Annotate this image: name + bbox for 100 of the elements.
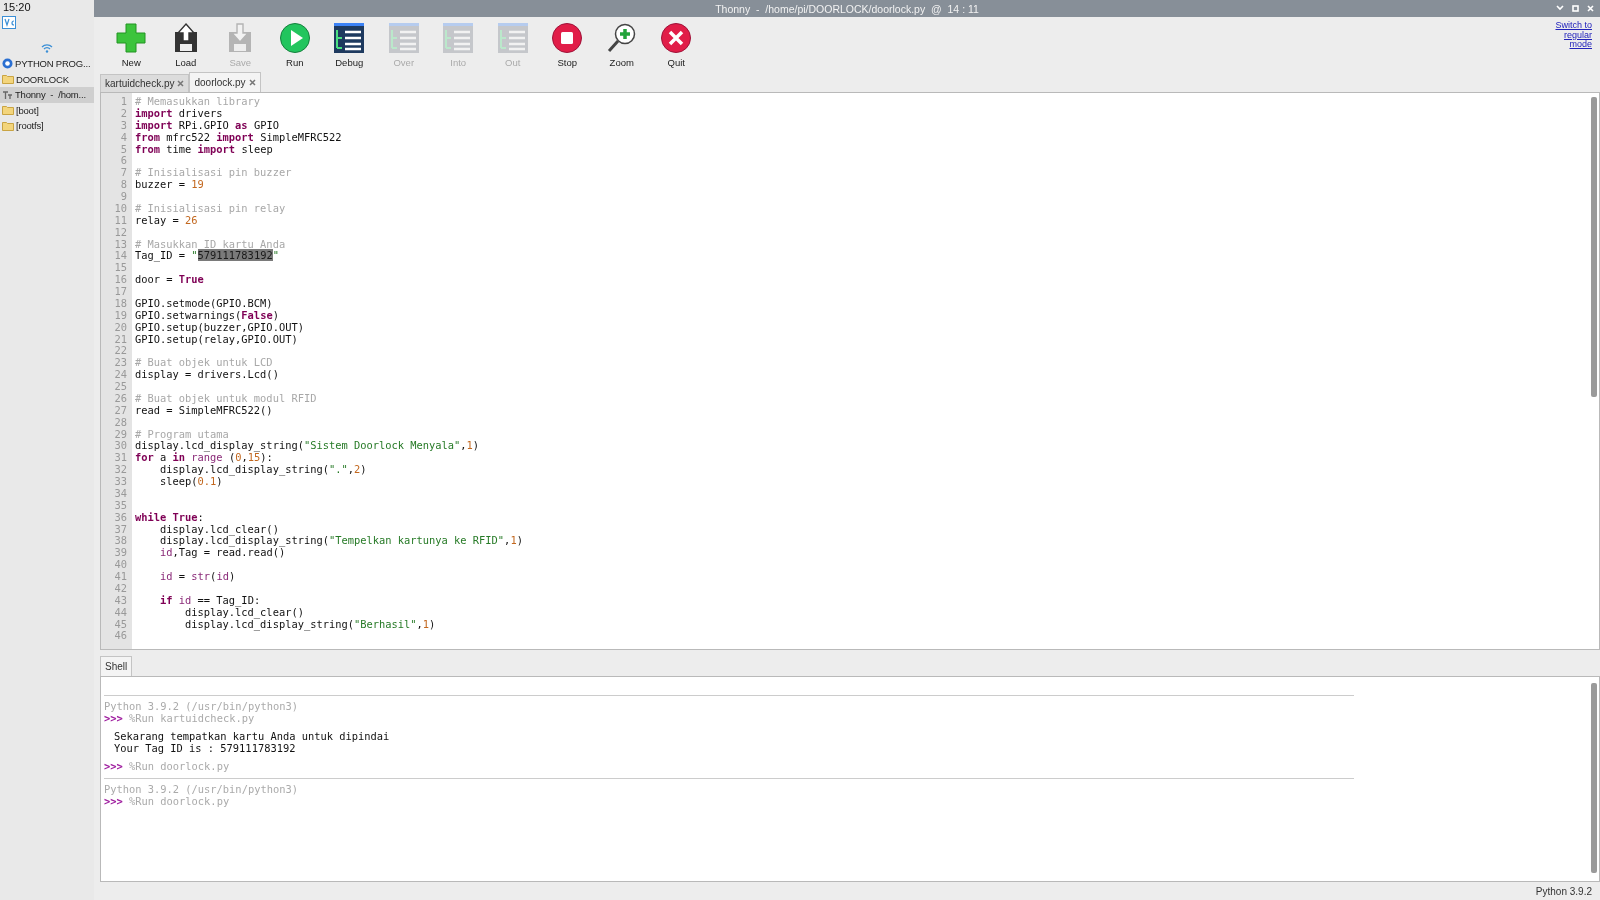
code-line: for a in range (0,15): bbox=[135, 451, 273, 464]
code-line: GPIO.setwarnings(False) bbox=[135, 308, 279, 321]
code-line: display.lcd_display_string("Sistem Doorlock Menyala",1) bbox=[135, 439, 480, 452]
taskbar-item[interactable]: Thonny - /hom... bbox=[0, 87, 94, 103]
line-number: 1 bbox=[120, 96, 127, 108]
interpreter-info-text: Python 3.9.2 (/usr/bin/python3) bbox=[104, 700, 298, 712]
toolbar-button[interactable]: New bbox=[104, 17, 159, 68]
code-line: # Memasukkan library bbox=[135, 95, 261, 107]
scroll-thumb[interactable] bbox=[1591, 683, 1597, 873]
code-line: display.lcd_clear() bbox=[184, 605, 304, 618]
line-number: 9 bbox=[120, 191, 127, 203]
list-icon bbox=[442, 22, 475, 54]
code-line: # Inisialisasi pin buzzer bbox=[135, 166, 292, 179]
line-number: 6 bbox=[120, 155, 127, 168]
code-line: # Masukkan ID kartu Anda bbox=[135, 237, 286, 250]
line-number: 20 bbox=[114, 321, 127, 334]
line-number: 14 bbox=[114, 250, 127, 263]
code-line: display.lcd_display_string(".",2) bbox=[159, 463, 367, 476]
code-line: display.lcd_display_string("Berhasil",1) bbox=[184, 617, 436, 630]
code-line: GPIO.setup(buzzer,GPIO.OUT) bbox=[135, 320, 304, 333]
line-number: 2 bbox=[120, 107, 127, 120]
line-number: 18 bbox=[114, 297, 127, 310]
code-line: relay = 26 bbox=[135, 213, 198, 226]
code-line: # Buat objek untuk LCD bbox=[135, 356, 273, 369]
line-number: 34 bbox=[114, 487, 127, 500]
scroll-thumb[interactable] bbox=[1591, 97, 1597, 397]
line-number: 35 bbox=[114, 499, 127, 512]
shell-command: >>> %Run doorlock.py bbox=[104, 760, 230, 772]
shell-command: >>> %Run kartuidcheck.py bbox=[104, 712, 255, 724]
line-number: 24 bbox=[114, 369, 127, 381]
wifi-icon[interactable] bbox=[41, 43, 53, 53]
toolbar-button[interactable]: Zoom bbox=[594, 17, 649, 68]
line-number: 33 bbox=[114, 476, 127, 488]
folder-icon bbox=[2, 120, 14, 131]
mode-link[interactable]: Switch to regular mode bbox=[1544, 21, 1592, 50]
line-number: 23 bbox=[114, 357, 127, 370]
taskbar-item[interactable]: DOORLOCK bbox=[0, 71, 94, 87]
code-line: from mfrc522 import SimpleMFRC522 bbox=[135, 130, 342, 143]
minimize-icon[interactable] bbox=[1556, 5, 1564, 11]
line-number: 19 bbox=[114, 309, 127, 322]
line-number: 13 bbox=[114, 238, 127, 251]
toolbar-button[interactable]: Debug bbox=[322, 17, 377, 68]
code-line: display.lcd_display_string("Tempelkan kartunya ke RFID",1) bbox=[159, 534, 523, 547]
stop-icon bbox=[551, 22, 584, 54]
taskbar-item[interactable]: [boot] bbox=[0, 102, 94, 118]
code-line: id = str(id) bbox=[159, 570, 236, 582]
line-number: 12 bbox=[114, 226, 127, 239]
code-line: display = drivers.Lcd() bbox=[135, 368, 279, 381]
editor-tab[interactable]: doorlock.py bbox=[189, 72, 261, 92]
line-number: 10 bbox=[114, 202, 127, 215]
line-number: 32 bbox=[114, 464, 127, 476]
python-version: Python 3.9.2 bbox=[1535, 885, 1592, 897]
code-line: display.lcd_clear() bbox=[159, 522, 279, 535]
list-icon bbox=[387, 22, 420, 54]
code-line: # Program utama bbox=[135, 427, 229, 440]
line-number: 36 bbox=[114, 511, 127, 524]
shell-panel[interactable] bbox=[100, 676, 1600, 882]
line-number: 28 bbox=[114, 416, 127, 429]
code-line: from time import sleep bbox=[135, 142, 273, 155]
line-number: 26 bbox=[114, 392, 127, 405]
code-line: Tag_ID = "579111783192" bbox=[135, 249, 279, 262]
interpreter-info-text: Python 3.9.2 (/usr/bin/python3) bbox=[104, 783, 298, 795]
line-number: 38 bbox=[114, 535, 127, 548]
maximize-icon[interactable] bbox=[1572, 5, 1579, 12]
vnc-icon[interactable] bbox=[2, 16, 16, 29]
taskbar-item[interactable]: [rootfs] bbox=[0, 118, 94, 134]
toolbar-button[interactable]: Stop bbox=[540, 17, 595, 68]
taskbar-item[interactable]: PYTHON PROG... bbox=[0, 56, 94, 72]
shell-command: >>> %Run doorlock.py bbox=[104, 795, 230, 807]
toolbar-button[interactable]: Load bbox=[158, 17, 213, 68]
line-number: 29 bbox=[114, 428, 127, 441]
folder-icon bbox=[2, 105, 14, 116]
code-line: read = SimpleMFRC522() bbox=[135, 403, 273, 416]
code-line: # Buat objek untuk modul RFID bbox=[135, 391, 317, 404]
line-number: 22 bbox=[114, 345, 127, 358]
code-line: if id == Tag_ID: bbox=[159, 593, 261, 606]
toolbar-button[interactable]: Quit bbox=[649, 17, 704, 68]
code-line: while True: bbox=[135, 510, 204, 523]
globe-icon bbox=[2, 58, 13, 70]
line-number: 41 bbox=[114, 571, 127, 583]
line-number: 25 bbox=[114, 381, 127, 393]
line-number: 8 bbox=[120, 179, 127, 191]
code-line: import RPi.GPIO as GPIO bbox=[135, 118, 279, 131]
line-number: 39 bbox=[114, 547, 127, 560]
window-title: Thonny - /home/pi/DOORLOCK/doorlock.py @ 14 : 11 bbox=[715, 2, 979, 15]
line-number: 45 bbox=[114, 618, 127, 631]
line-number: 37 bbox=[114, 523, 127, 536]
line-number: 21 bbox=[114, 333, 127, 346]
close-icon[interactable] bbox=[177, 80, 185, 87]
code-editor[interactable] bbox=[100, 92, 1600, 650]
line-number: 42 bbox=[114, 582, 127, 595]
clock-time: 15:20 bbox=[2, 1, 32, 14]
shell-tab[interactable]: Shell bbox=[100, 656, 133, 676]
toolbar-button[interactable]: Run bbox=[267, 17, 322, 68]
line-number: 44 bbox=[114, 606, 127, 619]
line-number: 5 bbox=[120, 143, 127, 156]
zoom-icon bbox=[605, 22, 638, 54]
list-icon bbox=[333, 22, 366, 54]
editor-tab[interactable]: kartuidcheck.py bbox=[100, 74, 190, 92]
close-icon[interactable] bbox=[248, 79, 256, 86]
